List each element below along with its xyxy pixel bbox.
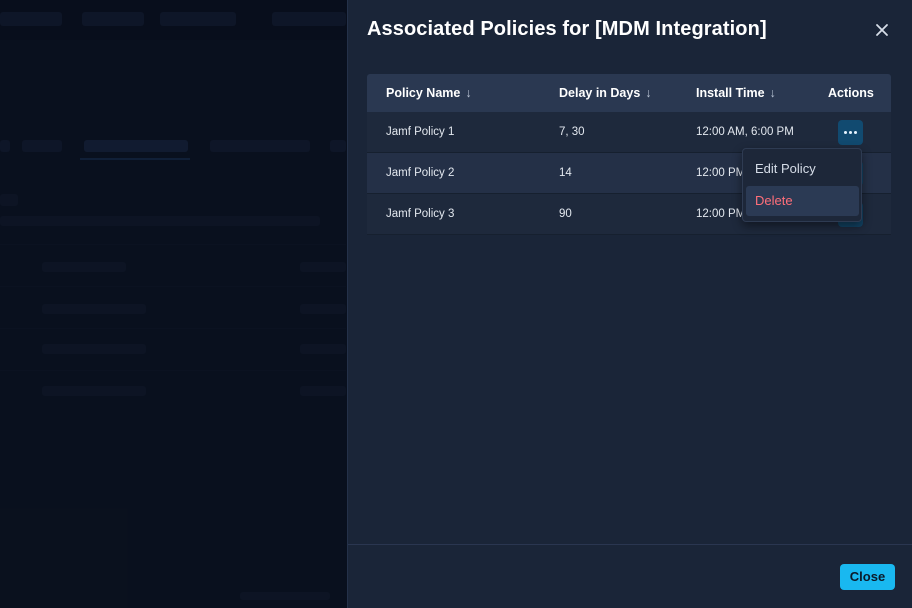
row-actions-button[interactable] [838,120,863,145]
column-header-delay[interactable]: Delay in Days ↓ [559,86,652,100]
row-actions-menu: Edit Policy Delete [742,148,862,222]
footer-divider [348,544,912,545]
delay-cell: 7, 30 [559,126,585,138]
column-header-actions: Actions [828,86,874,100]
table-header: Policy Name ↓ Delay in Days ↓ Install Time… [367,74,891,112]
arrow-down-icon: ↓ [769,86,776,100]
delay-cell: 14 [559,167,572,179]
install-time-cell: 12:00 PM [696,208,746,220]
arrow-down-icon: ↓ [645,86,652,100]
policy-name-cell: Jamf Policy 1 [386,126,455,138]
drawer-title: Associated Policies for [MDM Integration… [367,18,767,40]
install-time-cell: 12:00 PM [696,167,746,179]
policy-name-cell: Jamf Policy 2 [386,167,455,179]
more-horizontal-icon [844,131,857,134]
menu-item-delete[interactable]: Delete [746,186,859,216]
install-time-cell: 12:00 AM, 6:00 PM [696,126,794,138]
delay-cell: 90 [559,208,572,220]
close-button[interactable]: Close [840,564,895,590]
column-header-policy-name[interactable]: Policy Name ↓ [386,86,472,100]
menu-item-edit-policy[interactable]: Edit Policy [746,154,859,184]
column-header-install-time[interactable]: Install Time ↓ [696,86,776,100]
arrow-down-icon: ↓ [465,86,472,100]
policies-drawer: Associated Policies for [MDM Integration… [347,0,912,608]
policy-name-cell: Jamf Policy 3 [386,208,455,220]
table-row: Jamf Policy 1 7, 30 12:00 AM, 6:00 PM [367,112,891,153]
close-icon[interactable] [870,18,894,42]
